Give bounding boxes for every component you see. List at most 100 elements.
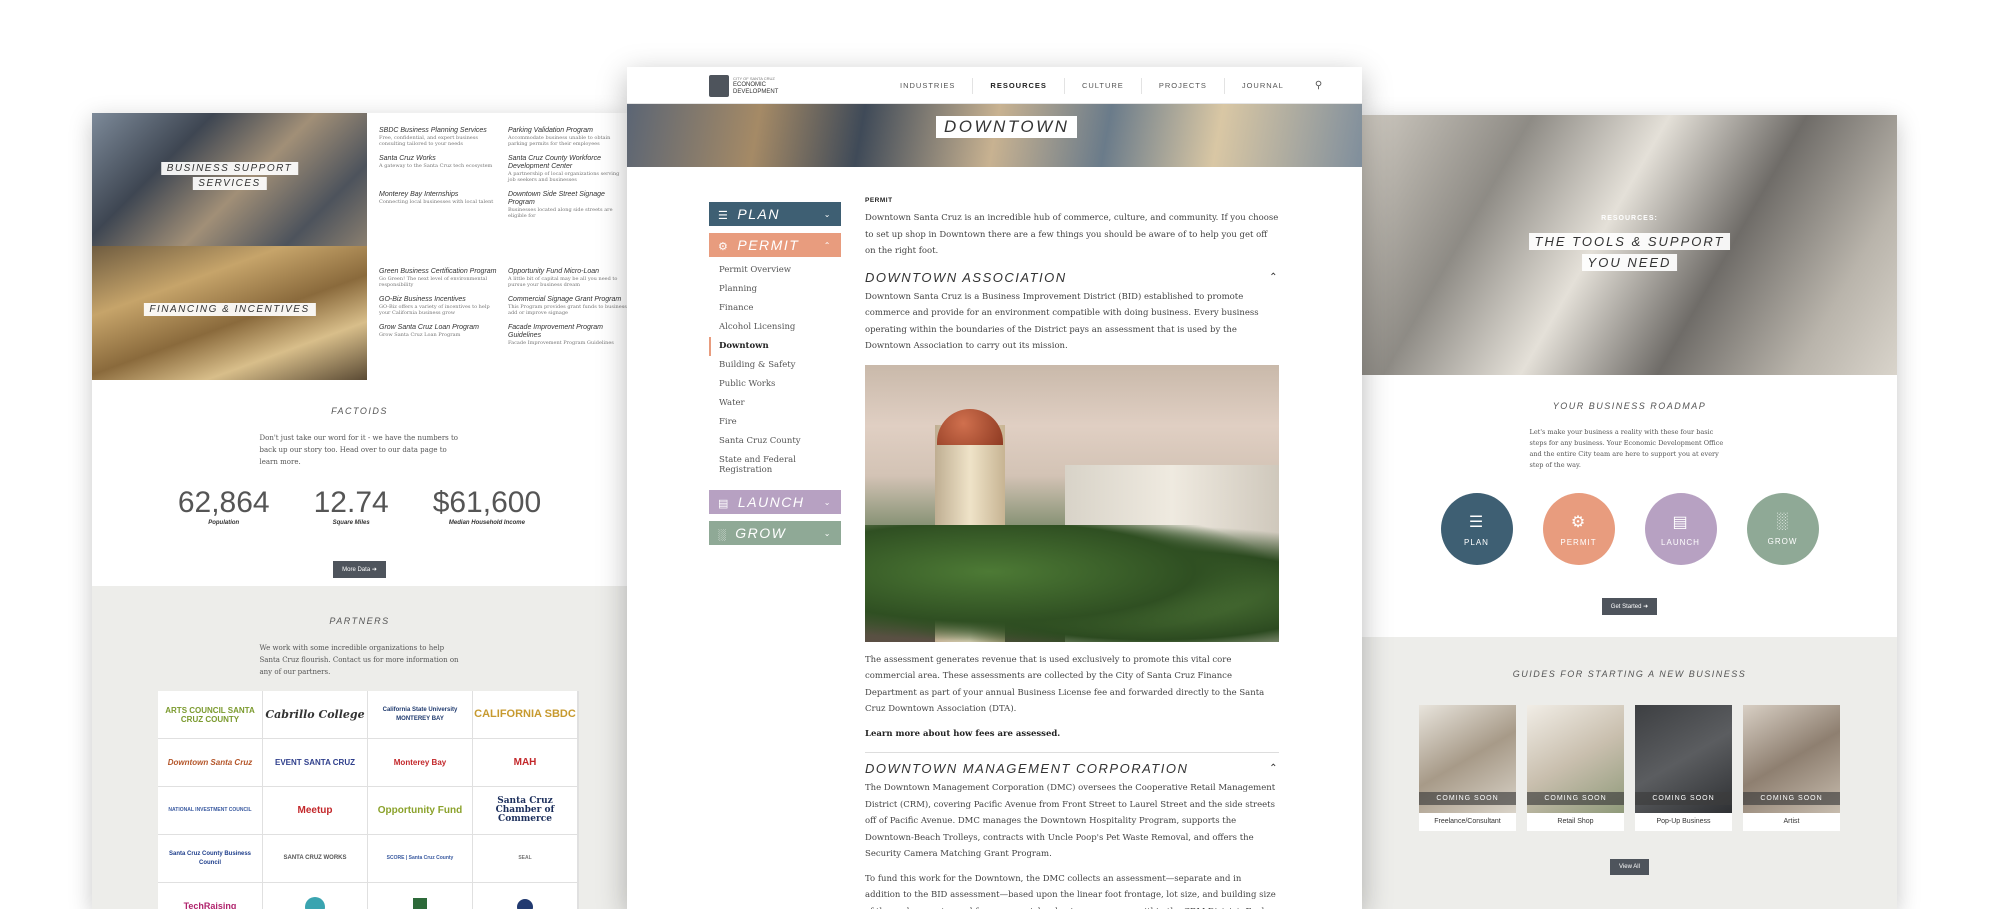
partner-logo[interactable]: Monterey Bay xyxy=(368,739,472,786)
guide-card[interactable]: COMING SOON Artist xyxy=(1743,705,1840,831)
financing-links: Green Business Certification Program Go G… xyxy=(379,268,627,346)
partner-logo[interactable]: EVENT SANTA CRUZ xyxy=(263,739,367,786)
list-item[interactable]: Opportunity Fund Micro-Loan A little bit … xyxy=(508,268,627,288)
partner-logo[interactable]: MAH xyxy=(473,739,577,786)
list-item[interactable]: Green Business Certification Program Go G… xyxy=(379,268,498,288)
city-logo-icon[interactable] xyxy=(709,75,729,97)
side-nav-item[interactable]: Permit Overview xyxy=(709,261,841,280)
partner-logo[interactable] xyxy=(473,883,577,909)
list-item[interactable]: GO-Biz Business Incentives GO-Biz offers … xyxy=(379,296,498,316)
chevron-down-icon: ⌄ xyxy=(823,209,832,219)
more-data-button[interactable]: More Data ➜ xyxy=(333,561,386,578)
partner-logo[interactable]: SCORE | Santa Cruz County xyxy=(368,835,472,882)
step-permit[interactable]: ⚙ PERMIT xyxy=(1542,493,1615,565)
step-grow[interactable]: ░ GROW xyxy=(1746,493,1819,565)
stat: $61,600 Median Household Income xyxy=(432,486,542,526)
partner-logo-grid: ARTS COUNCIL SANTA CRUZ COUNTY Cabrillo … xyxy=(158,691,579,909)
guide-card[interactable]: COMING SOON Freelance/Consultant xyxy=(1419,705,1516,831)
side-nav-plan[interactable]: ☰ PLAN ⌄ xyxy=(709,202,841,226)
side-nav-item-active[interactable]: Downtown xyxy=(709,337,841,356)
dmc-heading[interactable]: DOWNTOWN MANAGEMENT CORPORATION ⌃ xyxy=(865,761,1279,776)
side-nav-item[interactable]: Building & Safety xyxy=(709,356,841,375)
section-title: FACTOIDS xyxy=(331,406,388,416)
list-item[interactable]: Grow Santa Cruz Loan Program Grow Santa C… xyxy=(379,324,498,346)
nav-industries[interactable]: INDUSTRIES xyxy=(883,77,974,94)
partner-logo[interactable]: SEAL xyxy=(473,835,577,882)
partner-logo[interactable]: SANTA CRUZ WORKS xyxy=(263,835,367,882)
view-all-button[interactable]: View All xyxy=(1610,859,1649,875)
permit-submenu: Permit Overview Planning Finance Alcohol… xyxy=(709,261,841,480)
partner-logo[interactable]: TechRaising xyxy=(158,883,262,909)
partner-logo[interactable]: Opportunity Fund xyxy=(368,787,472,834)
arrow-right-icon: ➜ xyxy=(371,567,377,573)
get-started-button[interactable]: Get Started ➜ xyxy=(1601,598,1658,615)
content-kicker: PERMIT xyxy=(865,197,893,204)
side-nav-item[interactable]: Water xyxy=(709,394,841,413)
partner-logo[interactable]: Downtown Santa Cruz xyxy=(158,739,262,786)
chevron-up-icon: ⌃ xyxy=(1269,763,1279,774)
intro-paragraph: Downtown Santa Cruz is an incredible hub… xyxy=(865,213,1279,256)
side-nav-item[interactable]: Fire xyxy=(709,413,841,432)
nav-projects[interactable]: PROJECTS xyxy=(1142,77,1225,94)
tile-label: FINANCING & INCENTIVES xyxy=(143,303,316,316)
clock-tower-photo xyxy=(865,364,1279,642)
list-item[interactable]: Santa Cruz Works A gateway to the Santa C… xyxy=(379,155,498,183)
search-icon[interactable]: ⚲ xyxy=(1301,80,1322,91)
gear-icon: ⚙ xyxy=(718,241,730,253)
list-item[interactable]: Monterey Bay Internships Connecting local… xyxy=(379,191,498,219)
partner-logo[interactable]: CALIFORNIA SBDC xyxy=(473,691,577,738)
site-logo-text[interactable]: CITY OF SANTA CRUZ ECONOMIC DEVELOPMENT xyxy=(733,75,778,96)
stats-row: 62,864 Population 12.74 Square Miles $61,6… xyxy=(92,486,627,526)
side-nav-item[interactable]: Alcohol Licensing xyxy=(709,318,841,337)
nav-journal[interactable]: JOURNAL xyxy=(1225,78,1301,94)
financing-incentives-tile[interactable]: FINANCING & INCENTIVES xyxy=(92,246,367,380)
side-nav-item[interactable]: Public Works xyxy=(709,375,841,394)
list-item[interactable]: Facade Improvement Program Guidelines Fac… xyxy=(508,324,627,346)
downtown-association-heading[interactable]: DOWNTOWN ASSOCIATION ⌃ xyxy=(865,270,1279,285)
side-nav-grow[interactable]: ░ GROW ⌄ xyxy=(709,521,841,545)
stat: 62,864 Population xyxy=(177,486,270,526)
side-nav-permit[interactable]: ⚙ PERMIT ⌃ xyxy=(709,233,841,257)
right-page-preview: RESOURCES: THE TOOLS & SUPPORT YOU NEED … xyxy=(1362,115,1897,909)
partner-logo[interactable]: Santa Cruz County Business Council xyxy=(158,835,262,882)
hero-title: YOU NEED xyxy=(1581,254,1678,271)
list-item[interactable]: SBDC Business Planning Services Free, con… xyxy=(379,127,498,147)
business-support-tile[interactable]: BUSINESS SUPPORT SERVICES xyxy=(92,113,367,246)
photo-trees xyxy=(865,524,1279,642)
site-header: CITY OF SANTA CRUZ ECONOMIC DEVELOPMENT … xyxy=(627,67,1362,104)
list-item[interactable]: Parking Validation Program Accommodate bu… xyxy=(508,127,627,147)
list-item[interactable]: Downtown Side Street Signage Program Busi… xyxy=(508,191,627,219)
nav-resources[interactable]: RESOURCES xyxy=(973,77,1065,94)
step-plan[interactable]: ☰ PLAN xyxy=(1440,493,1513,565)
partner-logo[interactable]: NATIONAL INVESTMENT COUNCIL xyxy=(158,787,262,834)
learn-more-link[interactable]: Learn more about how fees are assessed. xyxy=(865,726,1279,743)
partner-logo[interactable] xyxy=(368,883,472,909)
downtown-hero-image: DOWNTOWN xyxy=(627,104,1362,167)
hero-kicker: RESOURCES: xyxy=(1601,215,1658,222)
partner-logo[interactable]: Santa Cruz Chamber of Commerce xyxy=(473,787,577,834)
side-nav-launch[interactable]: ▤ LAUNCH ⌄ xyxy=(709,490,841,514)
partner-logo[interactable]: ARTS COUNCIL SANTA CRUZ COUNTY xyxy=(158,691,262,738)
bar-chart-icon: ░ xyxy=(718,529,728,541)
guides-section: GUIDES FOR STARTING A NEW BUSINESS COMIN… xyxy=(1362,637,1897,909)
list-item[interactable]: Santa Cruz County Workforce Development … xyxy=(508,155,627,183)
partner-logo[interactable] xyxy=(263,883,367,909)
side-nav-item[interactable]: Santa Cruz County xyxy=(709,432,841,451)
list-item[interactable]: Commercial Signage Grant Program This Pro… xyxy=(508,296,627,316)
guide-card[interactable]: COMING SOON Retail Shop xyxy=(1527,705,1624,831)
roadmap-steps: ☰ PLAN ⚙ PERMIT ▤ LAUNCH ░ GROW xyxy=(1362,493,1897,565)
partner-logo[interactable]: Meetup xyxy=(263,787,367,834)
step-launch[interactable]: ▤ LAUNCH xyxy=(1644,493,1717,565)
side-nav-item[interactable]: Planning xyxy=(709,280,841,299)
arrow-right-icon: ➜ xyxy=(1643,604,1649,610)
guide-card[interactable]: COMING SOON Pop-Up Business xyxy=(1635,705,1732,831)
partner-logo[interactable]: Cabrillo College xyxy=(263,691,367,738)
bar-chart-icon: ░ xyxy=(1776,512,1789,530)
side-nav-item[interactable]: Finance xyxy=(709,299,841,318)
section-description: We work with some incredible organizatio… xyxy=(259,644,459,676)
tile-label: BUSINESS SUPPORT xyxy=(160,162,299,175)
guide-image: COMING SOON xyxy=(1527,705,1624,813)
partner-logo[interactable]: California State University MONTEREY BAY xyxy=(368,691,472,738)
side-nav-item[interactable]: State and Federal Registration xyxy=(709,451,841,480)
nav-culture[interactable]: CULTURE xyxy=(1065,77,1142,94)
